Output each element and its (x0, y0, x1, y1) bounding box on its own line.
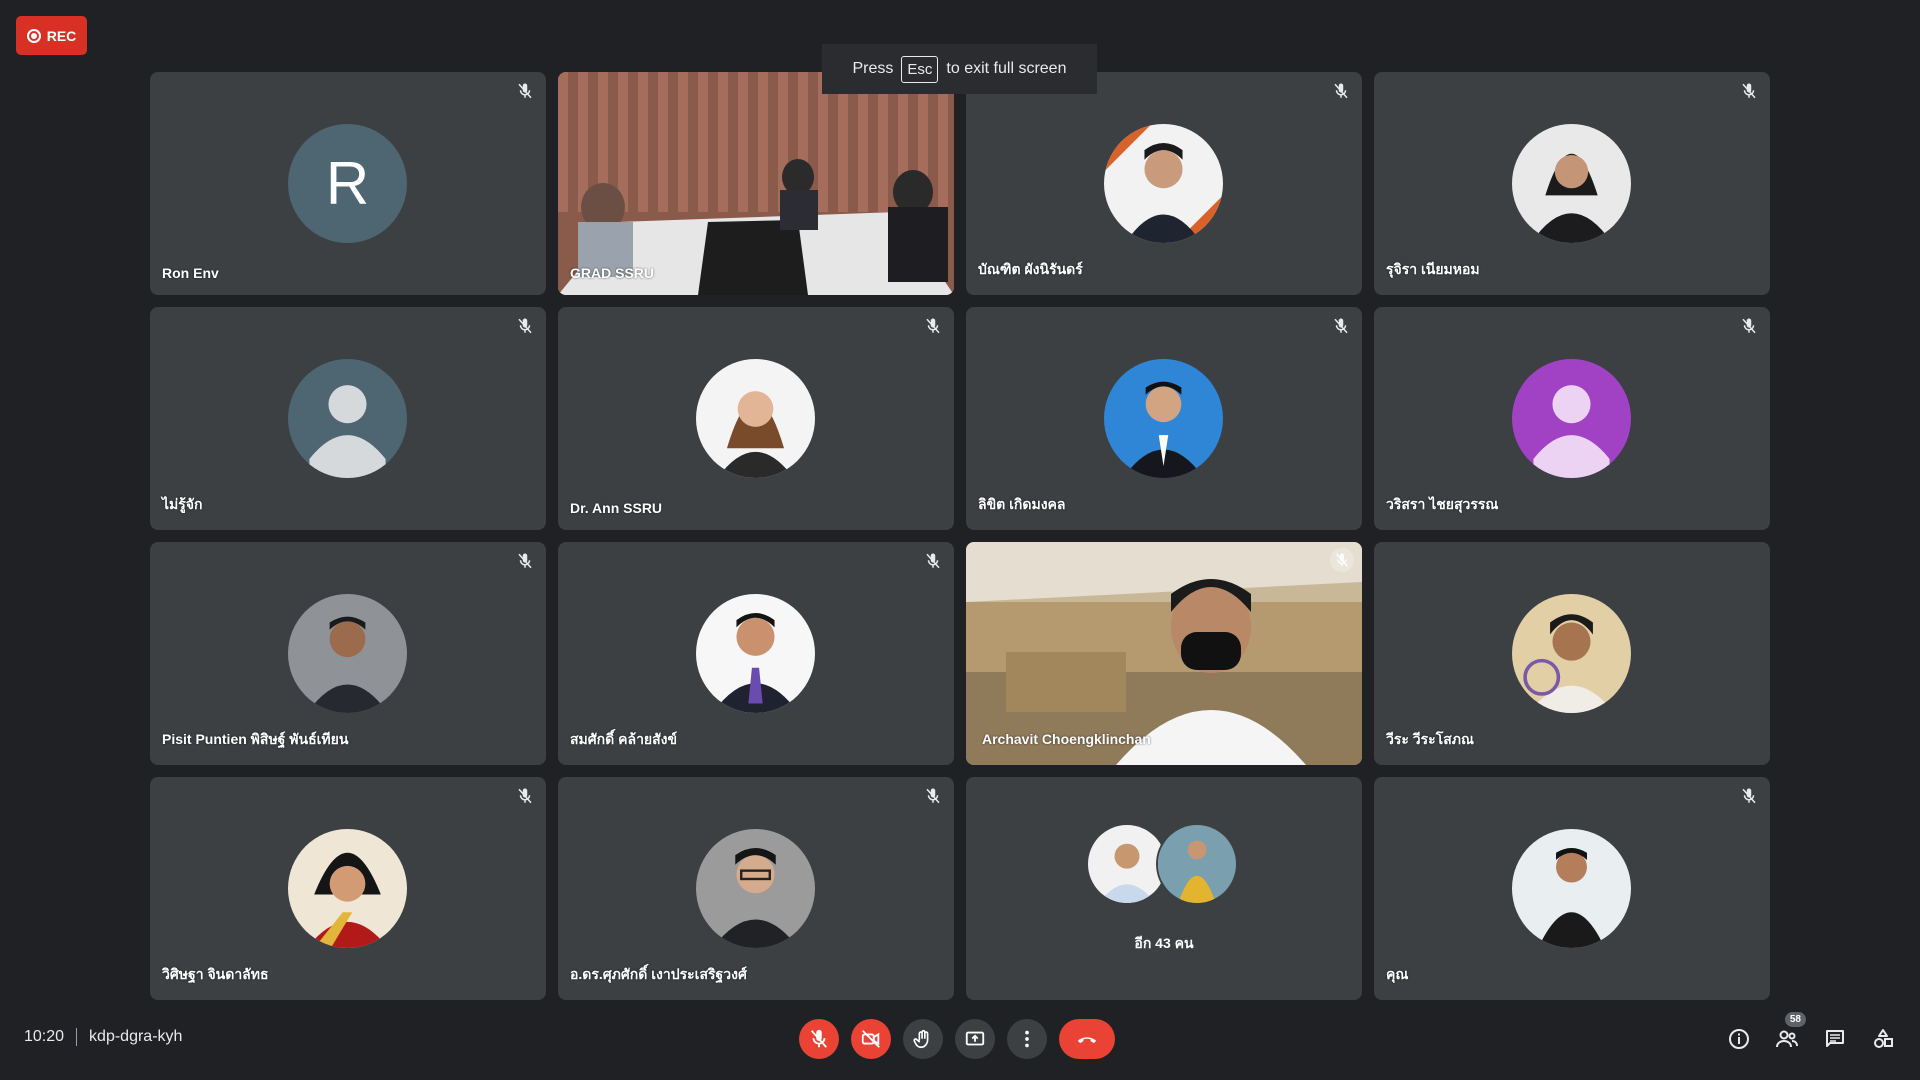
avatar-photo (1512, 124, 1631, 243)
participant-name: Archavit Choengklinchan (982, 731, 1151, 747)
people-button[interactable]: 58 (1774, 1012, 1806, 1052)
side-panel-controls: 58 (1726, 1012, 1896, 1052)
participant-tile[interactable]: ลิขิต เกิดมงคล (966, 307, 1362, 530)
info-icon (1729, 1029, 1749, 1049)
participant-name: วีระ วีระโสภณ (1386, 731, 1474, 747)
recording-indicator: REC (16, 16, 87, 55)
participant-tile[interactable]: ไม่รู้จัก (150, 307, 546, 530)
leave-call-button[interactable] (1059, 1019, 1115, 1059)
participant-tile[interactable]: Dr. Ann SSRU (558, 307, 954, 530)
more-options-button[interactable] (1007, 1019, 1047, 1059)
mic-off-icon (810, 1029, 828, 1048)
avatar-photo (696, 829, 815, 948)
avatar-photo (1512, 594, 1631, 713)
present-icon (965, 1031, 985, 1046)
divider (76, 1028, 78, 1046)
mic-off-icon (516, 82, 534, 100)
participant-tile[interactable]: รุจิรา เนียมหอม (1374, 72, 1770, 295)
people-icon (1776, 1030, 1798, 1048)
more-vert-icon (1025, 1030, 1029, 1048)
activities-button[interactable] (1870, 1026, 1896, 1052)
participant-tile[interactable]: R Ron Env (150, 72, 546, 295)
meeting-time: 10:20 (24, 1028, 65, 1045)
record-icon (26, 28, 41, 43)
participant-tile[interactable]: อ.ดร.ศุภศักดิ์ เงาประเสริฐวงศ์ (558, 777, 954, 1000)
others-count: อีก 43 คน (1134, 935, 1194, 951)
mic-off-icon (1330, 548, 1354, 572)
toast-suffix: to exit full screen (946, 60, 1067, 77)
participant-name: คุณ (1386, 966, 1409, 982)
avatar: R (288, 124, 407, 243)
participant-name: อ.ดร.ศุภศักดิ์ เงาประเสริฐวงศ์ (570, 966, 747, 982)
video-feed (558, 72, 954, 295)
present-screen-button[interactable] (955, 1019, 995, 1059)
participant-name: Pisit Puntien พิสิษฐ์ พันธ์เทียน (162, 731, 349, 747)
activities-icon (1874, 1029, 1893, 1048)
participant-name: Ron Env (162, 265, 219, 281)
avatar-photo (1104, 124, 1223, 243)
raise-hand-button[interactable] (903, 1019, 943, 1059)
mic-off-icon (516, 787, 534, 805)
toast-prefix: Press (852, 60, 894, 77)
camera-off-icon (861, 1030, 880, 1048)
mic-off-icon (924, 317, 942, 335)
mic-off-icon (1740, 82, 1758, 100)
hand-icon (913, 1029, 929, 1049)
participant-tile-self[interactable]: คุณ (1374, 777, 1770, 1000)
participant-tile[interactable]: วีระ วีระโสภณ (1374, 542, 1770, 765)
participant-name: ลิขิต เกิดมงคล (978, 496, 1066, 512)
participant-tile[interactable]: Archavit Choengklinchan (966, 542, 1362, 765)
mic-off-icon (1740, 787, 1758, 805)
camera-toggle-button[interactable] (851, 1019, 891, 1059)
avatar-photo (1512, 829, 1631, 948)
participant-name: สมศักดิ์ คล้ายสังข์ (570, 731, 678, 747)
avatar-photo (288, 594, 407, 713)
participant-tile[interactable]: บัณฑิต ผังนิรันดร์ (966, 72, 1362, 295)
chat-icon (1826, 1030, 1844, 1047)
participant-name: วิศิษฐา จินดาลัทธ (162, 966, 269, 982)
fullscreen-toast: Press Esc to exit full screen (822, 44, 1097, 94)
avatar-photo (696, 594, 815, 713)
avatar-photo (1156, 823, 1238, 905)
participant-tile[interactable]: Pisit Puntien พิสิษฐ์ พันธ์เทียน (150, 542, 546, 765)
default-avatar-icon (1512, 359, 1631, 478)
avatar-photo (1104, 359, 1223, 478)
participant-tile[interactable]: วริสรา ไชยสุวรรณ (1374, 307, 1770, 530)
avatar-letter: R (325, 150, 370, 217)
mic-off-icon (924, 787, 942, 805)
mic-off-icon (516, 317, 534, 335)
participant-name: บัณฑิต ผังนิรันดร์ (978, 261, 1083, 277)
participant-grid: R Ron Env GRAD SSRU บัณฑิต ผังนิรันดร์ ร… (150, 72, 1771, 1000)
meeting-code: kdp-dgra-kyh (89, 1028, 183, 1045)
meeting-info: 10:20 kdp-dgra-kyh (24, 1028, 182, 1046)
recording-label: REC (46, 27, 77, 44)
meeting-details-button[interactable] (1726, 1026, 1752, 1052)
toast-key: Esc (901, 55, 939, 83)
others-avatars (1086, 823, 1241, 905)
participant-name: GRAD SSRU (570, 265, 655, 281)
chat-button[interactable] (1822, 1026, 1848, 1052)
participant-name: Dr. Ann SSRU (570, 500, 663, 516)
participant-name: รุจิรา เนียมหอม (1386, 261, 1480, 277)
mic-off-icon (924, 552, 942, 570)
others-tile[interactable]: อีก 43 คน (966, 777, 1362, 1000)
participant-name: วริสรา ไชยสุวรรณ (1386, 496, 1499, 512)
microphone-toggle-button[interactable] (799, 1019, 839, 1059)
participant-tile-active[interactable]: GRAD SSRU (558, 72, 954, 295)
mic-off-icon (1332, 82, 1350, 100)
mic-off-icon (1740, 317, 1758, 335)
call-controls (799, 1019, 1115, 1061)
participant-tile[interactable]: สมศักดิ์ คล้ายสังข์ (558, 542, 954, 765)
participant-tile[interactable]: วิศิษฐา จินดาลัทธ (150, 777, 546, 1000)
default-avatar-icon (288, 359, 407, 478)
end-call-icon (1077, 1037, 1097, 1044)
mic-off-icon (1332, 317, 1350, 335)
participant-name: ไม่รู้จัก (162, 496, 203, 512)
mic-off-icon (516, 552, 534, 570)
avatar-photo (288, 829, 407, 948)
participant-count-badge: 58 (1784, 1012, 1806, 1027)
avatar-photo (696, 359, 815, 478)
